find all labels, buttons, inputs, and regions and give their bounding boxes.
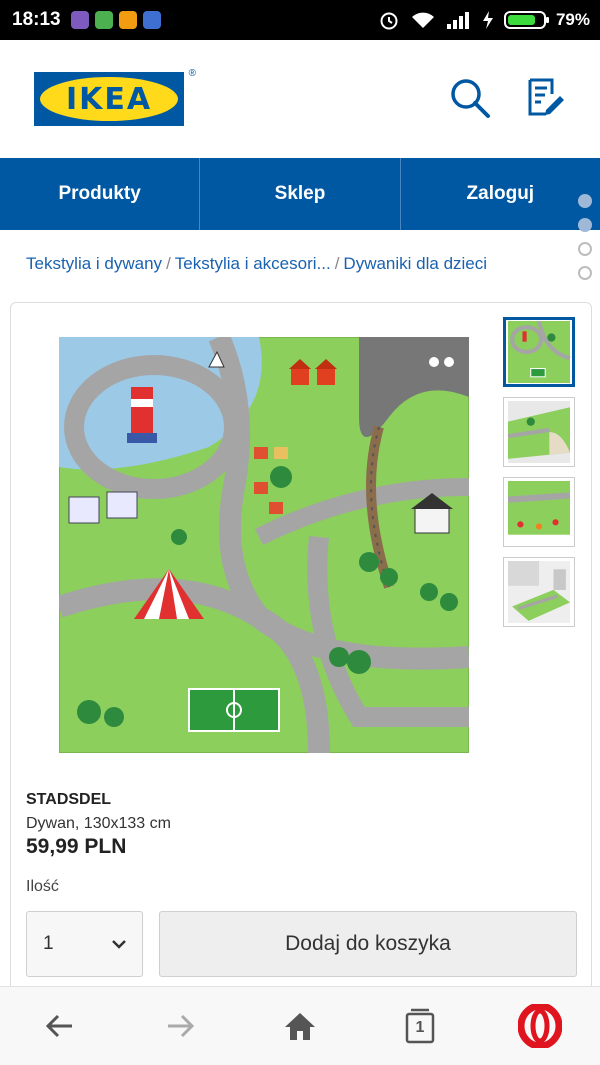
- breadcrumb-item[interactable]: Tekstylia i akcesori...: [175, 254, 331, 273]
- product-thumbnail[interactable]: [503, 477, 575, 547]
- breadcrumb: Tekstylia i dywany / Tekstylia i akcesori.…: [26, 254, 487, 274]
- status-bar: 18:13 79%: [0, 0, 600, 40]
- breadcrumb-item[interactable]: Dywaniki dla dzieci: [343, 254, 487, 273]
- logo-text: IKEA: [65, 81, 153, 117]
- site-header: IKEA ®: [0, 40, 600, 160]
- product-thumbnail[interactable]: [503, 397, 575, 467]
- page-scroll-dots: [578, 194, 592, 280]
- thumbnail-image: [508, 321, 571, 383]
- app-notification-icon-2: [118, 11, 137, 29]
- quantity-label: Ilość: [26, 878, 59, 895]
- notification-icons: [70, 11, 161, 29]
- tabs-count: 1: [415, 1019, 425, 1036]
- battery-percent: 79%: [555, 10, 590, 29]
- browser-bottom-bar: 1: [0, 986, 600, 1065]
- scroll-dot[interactable]: [578, 242, 592, 256]
- app-notification-icon: [94, 11, 113, 29]
- page: 18:13 79% IKEA ® Produkty Sklep Zaloguj …: [0, 0, 600, 1065]
- product-main-image[interactable]: [59, 337, 469, 753]
- breadcrumb-separator: /: [334, 254, 340, 273]
- thumbnail-image: [508, 561, 570, 623]
- home-button[interactable]: [276, 1002, 324, 1050]
- thumbnail-image: [507, 401, 570, 463]
- ikea-logo[interactable]: IKEA ®: [34, 68, 196, 126]
- thumbnail-image: [507, 481, 571, 543]
- tabs-button[interactable]: 1: [396, 1002, 444, 1050]
- product-card: STADSDEL Dywan, 130x133 cm 59,99 PLN Ilo…: [10, 302, 592, 1002]
- back-arrow-icon: [45, 1014, 72, 1038]
- quantity-select[interactable]: 1: [26, 911, 143, 977]
- back-button[interactable]: [36, 1002, 84, 1050]
- alarm-icon: [380, 12, 398, 30]
- add-to-cart-button[interactable]: Dodaj do koszyka: [159, 911, 577, 977]
- product-thumbnail[interactable]: [503, 557, 575, 627]
- signal-icon: [446, 12, 469, 29]
- scroll-dot[interactable]: [578, 218, 592, 232]
- battery-icon: [503, 11, 549, 29]
- forward-button[interactable]: [156, 1002, 204, 1050]
- main-nav: Produkty Sklep Zaloguj: [0, 158, 600, 230]
- scroll-dot[interactable]: [578, 194, 592, 208]
- opera-logo-icon: [518, 1004, 562, 1048]
- product-price: 59,99 PLN: [26, 835, 127, 858]
- product-description: Dywan, 130x133 cm: [26, 815, 171, 832]
- nav-tab-products[interactable]: Produkty: [0, 158, 201, 230]
- status-right: 79%: [378, 9, 590, 31]
- forward-arrow-icon: [168, 1014, 195, 1038]
- logo-oval: IKEA: [40, 77, 178, 121]
- status-time: 18:13: [12, 9, 61, 30]
- viber-notification-icon: [70, 11, 89, 29]
- home-icon: [285, 1013, 315, 1040]
- product-thumbnails: [503, 317, 575, 627]
- search-icon[interactable]: [448, 76, 492, 120]
- breadcrumb-separator: /: [166, 254, 171, 273]
- opera-menu-button[interactable]: [516, 1002, 564, 1050]
- product-name: STADSDEL: [26, 791, 112, 808]
- scroll-dot[interactable]: [578, 266, 592, 280]
- app-notification-icon-3: [142, 11, 161, 29]
- nav-tab-login[interactable]: Zaloguj: [401, 158, 600, 230]
- product-thumbnail[interactable]: [503, 317, 575, 387]
- quantity-value: 1: [43, 933, 54, 954]
- chevron-down-icon: [112, 940, 126, 949]
- nav-tab-store[interactable]: Sklep: [200, 158, 401, 230]
- wifi-icon: [411, 12, 434, 28]
- charging-icon: [482, 11, 493, 29]
- breadcrumb-item[interactable]: Tekstylia i dywany: [26, 254, 162, 273]
- logo-registered-mark: ®: [188, 68, 196, 79]
- shopping-list-icon[interactable]: [524, 76, 568, 120]
